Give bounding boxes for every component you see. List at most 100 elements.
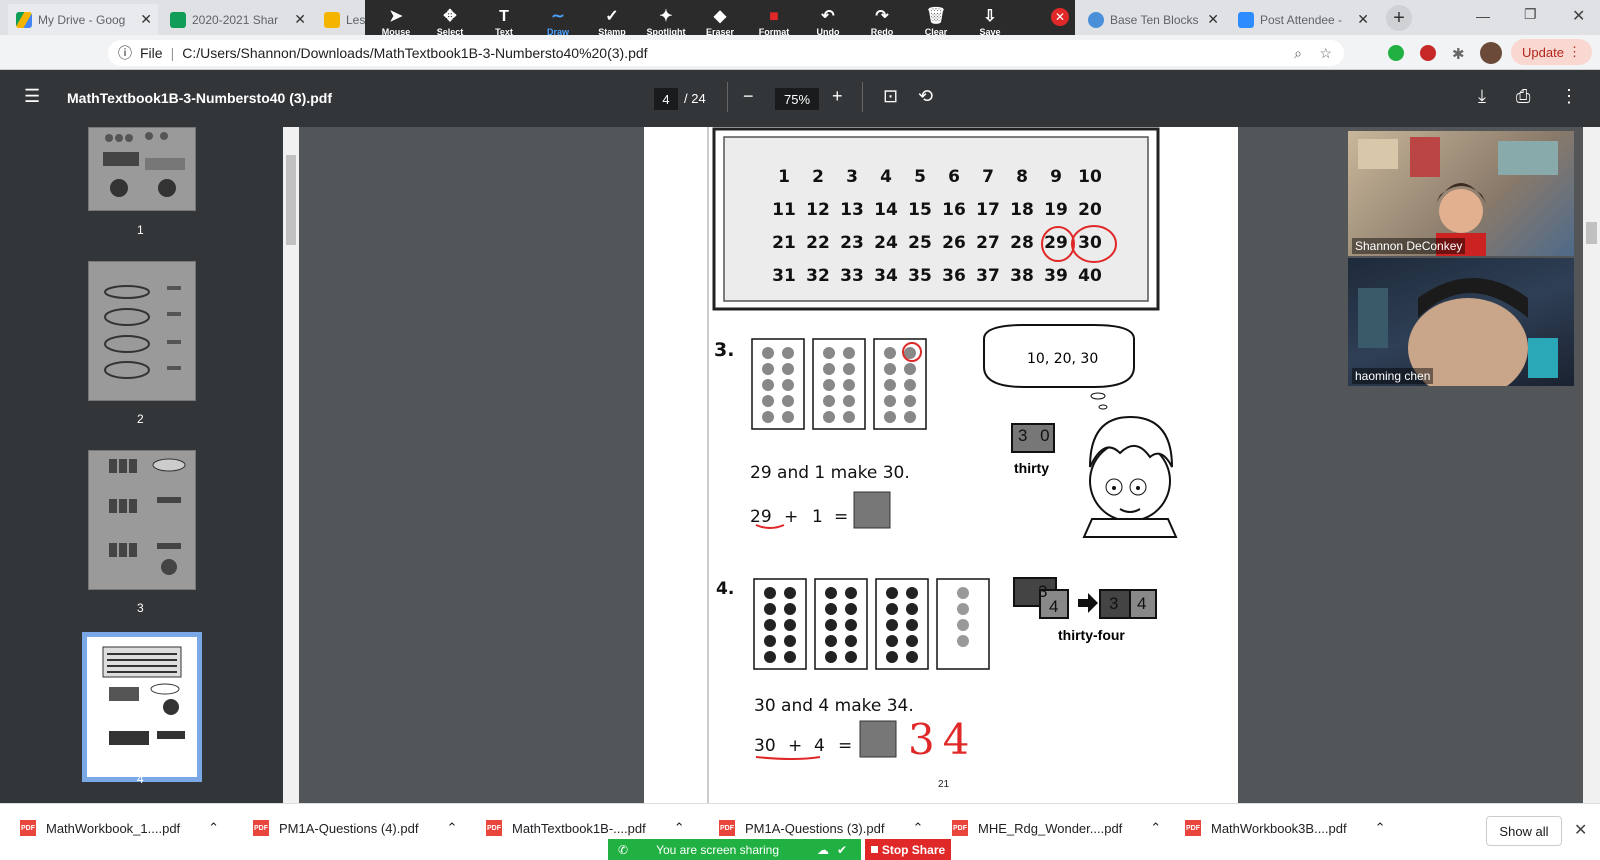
counter-dot <box>823 411 835 423</box>
print-icon[interactable]: ⎙ <box>1516 86 1530 107</box>
counter-dot <box>904 395 916 407</box>
page-number: 21 <box>938 779 950 790</box>
zoom-in-icon[interactable]: + <box>832 86 843 107</box>
show-all-button[interactable]: Show all <box>1486 816 1562 846</box>
chevron-up-icon[interactable]: ⌃ <box>1150 820 1161 836</box>
counter-dot <box>843 379 855 391</box>
participant-video-1[interactable]: Shannon DeConkey <box>1348 131 1574 256</box>
download-item[interactable]: PDF MathTextbook1B-....pdf ⌃ <box>486 820 685 836</box>
grid-number: 37 <box>976 266 1000 286</box>
text-icon: T <box>499 7 509 25</box>
more-options-icon[interactable]: ⋮ <box>1560 86 1578 107</box>
restore-icon[interactable]: ❐ <box>1524 6 1537 23</box>
minimize-icon[interactable]: — <box>1476 8 1490 24</box>
download-item[interactable]: PDF MathWorkbook3B....pdf ⌃ <box>1185 820 1386 836</box>
tab-sheets[interactable]: 2020-2021 Shar ✕ <box>162 4 312 35</box>
block-digit-3: 3 <box>1038 582 1048 601</box>
close-downloads-icon[interactable]: ✕ <box>1574 820 1587 840</box>
chevron-up-icon[interactable]: ⌃ <box>208 820 219 836</box>
pdf-file-icon: PDF <box>486 820 502 836</box>
counter-dot <box>784 651 796 663</box>
grid-number: 16 <box>942 200 966 220</box>
download-icon[interactable]: ⤓ <box>1478 86 1486 107</box>
close-icon[interactable]: ✕ <box>1357 11 1369 28</box>
avatar[interactable] <box>1480 42 1502 64</box>
grid-number: 31 <box>772 266 796 286</box>
counter-dot <box>845 635 857 647</box>
thumbnail-label: 1 <box>137 223 144 237</box>
stop-icon <box>870 846 878 853</box>
document-title: MathTextbook1B-3-Numbersto40 (3).pdf <box>67 90 332 106</box>
word-thirty: thirty <box>1014 460 1049 476</box>
counter-dot <box>886 651 898 663</box>
grid-number: 23 <box>840 233 864 253</box>
phone-icon: ✆ <box>618 842 629 857</box>
thumbnail-page-2[interactable] <box>88 261 196 401</box>
tab-my-drive[interactable]: My Drive - Goog ✕ <box>8 4 158 35</box>
counter-dot <box>823 347 835 359</box>
counter-dot <box>764 587 776 599</box>
grid-number: 30 <box>1078 233 1102 253</box>
zoom-input[interactable]: 75% <box>775 88 819 110</box>
scrollbar-thumb[interactable] <box>286 155 296 245</box>
extension-icon[interactable] <box>1388 45 1404 61</box>
thumbnail-page-3[interactable] <box>88 450 196 590</box>
grid-number: 20 <box>1078 200 1102 220</box>
close-toolbar-icon[interactable]: ✕ <box>1051 8 1069 26</box>
download-item[interactable]: PDF PM1A-Questions (4).pdf ⌃ <box>253 820 457 836</box>
puzzle-icon[interactable]: ✱ <box>1452 45 1465 63</box>
download-item[interactable]: PDF PM1A-Questions (3).pdf ⌃ <box>719 820 923 836</box>
tab-label: 2020-2021 Shar <box>192 12 279 27</box>
download-item[interactable]: PDF MHE_Rdg_Wonder....pdf ⌃ <box>952 820 1161 836</box>
chevron-up-icon[interactable]: ⌃ <box>1375 820 1386 836</box>
thumbnail-page-4[interactable] <box>82 632 202 782</box>
bookmark-star-icon[interactable]: ☆ <box>1319 45 1332 62</box>
page-number-input[interactable]: 4 <box>654 88 678 110</box>
zoom-lens-icon[interactable]: ⌕ <box>1294 45 1302 62</box>
sidebar-scrollbar[interactable] <box>283 127 299 803</box>
url-bar[interactable]: ⓘ File | C:/Users/Shannon/Downloads/Math… <box>108 40 1344 66</box>
menu-icon[interactable]: ☰ <box>24 86 40 107</box>
grid-number: 7 <box>982 167 994 187</box>
tab-post-attendee[interactable]: Post Attendee - ✕ <box>1230 4 1375 35</box>
block-digits-30: 3 0 <box>1018 426 1054 445</box>
update-button[interactable]: Update ⋮ <box>1511 39 1592 65</box>
q4-equals: = <box>838 736 853 756</box>
tab-base-ten-blocks[interactable]: Base Ten Blocks ✕ <box>1080 4 1225 35</box>
grid-number: 15 <box>908 200 932 220</box>
undo-icon: ↶ <box>821 7 835 25</box>
thought-bubble-text: 10, 20, 30 <box>1027 351 1099 367</box>
counter-dot <box>782 347 794 359</box>
tab-lesson[interactable]: Les <box>316 4 366 35</box>
rotate-icon[interactable]: ⟲ <box>918 86 933 107</box>
stop-share-button[interactable]: Stop Share <box>865 839 951 860</box>
save-icon: ⇩ <box>983 7 997 25</box>
counter-dot <box>762 347 774 359</box>
new-tab-button[interactable]: + <box>1386 5 1412 31</box>
thumbnail-label: 4 <box>137 772 144 786</box>
grid-number: 24 <box>874 233 898 253</box>
counter-dot <box>764 603 776 615</box>
info-icon[interactable]: ⓘ <box>118 43 132 63</box>
close-icon[interactable]: ✕ <box>294 11 306 28</box>
page-scrollbar[interactable] <box>1583 127 1600 803</box>
close-icon[interactable]: ✕ <box>140 11 152 28</box>
participant-video-2[interactable]: haoming chen <box>1348 258 1574 386</box>
close-icon[interactable]: ✕ <box>1207 11 1219 28</box>
chevron-up-icon[interactable]: ⌃ <box>912 820 923 836</box>
counter-dot <box>764 619 776 631</box>
close-window-icon[interactable]: ✕ <box>1572 6 1585 26</box>
download-item[interactable]: PDF MathWorkbook_1....pdf ⌃ <box>20 820 219 836</box>
zoom-out-icon[interactable]: − <box>743 86 754 107</box>
chevron-up-icon[interactable]: ⌃ <box>446 820 457 836</box>
chevron-up-icon[interactable]: ⌃ <box>674 820 685 836</box>
counter-dot <box>957 603 969 615</box>
zoom-value: 75% <box>783 91 811 107</box>
thumbnail-page-1[interactable] <box>88 127 196 211</box>
counter-dot <box>906 651 918 663</box>
scrollbar-thumb[interactable] <box>1586 222 1597 244</box>
fit-page-icon[interactable]: ⊡ <box>883 86 898 107</box>
download-filename: MathTextbook1B-....pdf <box>512 820 646 836</box>
extension-icon[interactable] <box>1420 45 1436 61</box>
ten-frame-card <box>875 578 929 670</box>
